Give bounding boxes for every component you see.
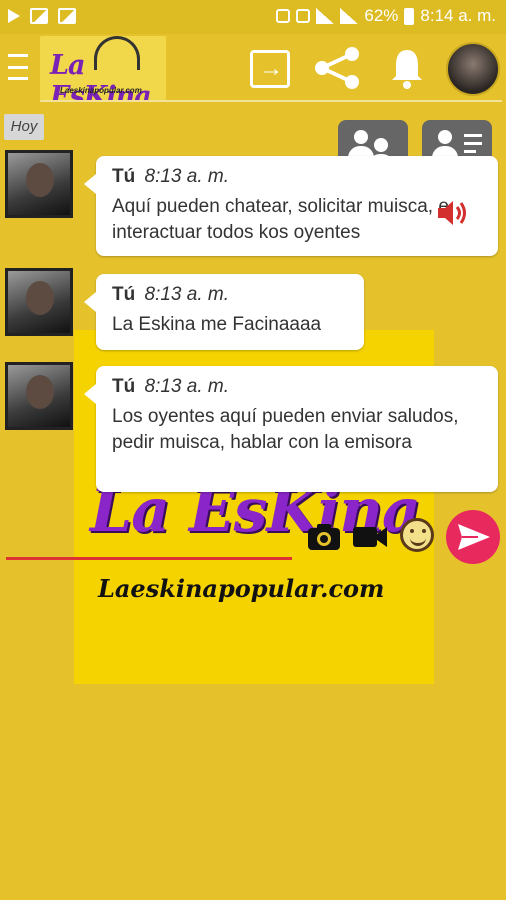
message-bubble[interactable]: Tú 8:13 a. m. La Eskina me Facinaaaa xyxy=(84,274,364,350)
notifications-button[interactable] xyxy=(390,46,424,90)
send-icon xyxy=(458,524,490,550)
send-button[interactable] xyxy=(446,510,500,564)
gallery-icon xyxy=(58,8,76,24)
video-camera-icon xyxy=(353,527,387,547)
menu-icon-bar xyxy=(8,54,28,57)
message-avatar[interactable] xyxy=(5,150,73,218)
lock-icon xyxy=(276,9,291,23)
message-avatar[interactable] xyxy=(5,268,73,336)
menu-icon-bar xyxy=(8,65,28,69)
message-meta: Tú 8:13 a. m. xyxy=(112,376,482,398)
share-button[interactable] xyxy=(312,46,362,90)
message-sender: Tú xyxy=(112,376,136,397)
message-text: Aquí pueden chatear, solicitar muisca, e… xyxy=(112,196,449,243)
status-notification-icons xyxy=(8,8,76,24)
logo-subtitle: Laeskinapopular.com xyxy=(60,86,142,95)
message-sender: Tú xyxy=(112,284,136,305)
card-line xyxy=(464,150,476,153)
card-line xyxy=(464,142,482,145)
wifi-icon xyxy=(316,8,335,24)
card-line xyxy=(464,134,482,137)
signal-icon xyxy=(340,8,359,24)
exit-button[interactable] xyxy=(250,50,290,88)
status-time: 8:14 a. m. xyxy=(420,6,496,25)
emoji-button[interactable] xyxy=(400,518,434,552)
mute-icon xyxy=(296,9,311,23)
user-head xyxy=(374,138,388,152)
battery-percent: 62% xyxy=(364,6,399,25)
message-text: La Eskina me Facinaaaa xyxy=(112,314,322,335)
video-button[interactable] xyxy=(352,522,388,552)
message-input[interactable] xyxy=(6,557,292,560)
message-bubble[interactable]: Tú 8:13 a. m. Los oyentes aquí pueden en… xyxy=(84,366,498,492)
message-time: 8:13 a. m. xyxy=(144,376,230,397)
profile-avatar[interactable] xyxy=(446,42,500,96)
user-head xyxy=(354,130,368,144)
header-divider xyxy=(40,100,502,102)
message-meta: Tú 8:13 a. m. xyxy=(112,166,482,188)
camera-icon xyxy=(308,524,340,550)
play-icon xyxy=(8,9,20,23)
message-time: 8:13 a. m. xyxy=(144,166,230,187)
battery-icon xyxy=(404,7,415,25)
message-meta: Tú 8:13 a. m. xyxy=(112,284,348,306)
status-bar: 62% 8:14 a. m. xyxy=(0,0,506,34)
message-avatar[interactable] xyxy=(5,362,73,430)
app-logo[interactable]: La EsKina Laeskinapopular.com xyxy=(40,36,166,100)
speaker-icon xyxy=(438,201,466,225)
user-head xyxy=(438,130,452,144)
app-header: La EsKina Laeskinapopular.com xyxy=(0,34,506,102)
status-system-icons: 62% 8:14 a. m. xyxy=(276,6,496,26)
message-time: 8:13 a. m. xyxy=(144,284,230,305)
background-logo-subtitle: Laeskinapopular.com xyxy=(98,574,385,603)
image-icon xyxy=(30,8,48,24)
date-chip: Hoy xyxy=(4,114,44,140)
menu-icon-bar xyxy=(8,77,28,80)
share-icon xyxy=(315,47,359,89)
bell-icon xyxy=(392,50,422,89)
message-text: Los oyentes aquí pueden enviar saludos, … xyxy=(112,406,459,453)
message-sender: Tú xyxy=(112,166,136,187)
play-audio-button[interactable] xyxy=(436,198,470,228)
camera-button[interactable] xyxy=(306,522,342,552)
menu-button[interactable] xyxy=(8,54,28,80)
